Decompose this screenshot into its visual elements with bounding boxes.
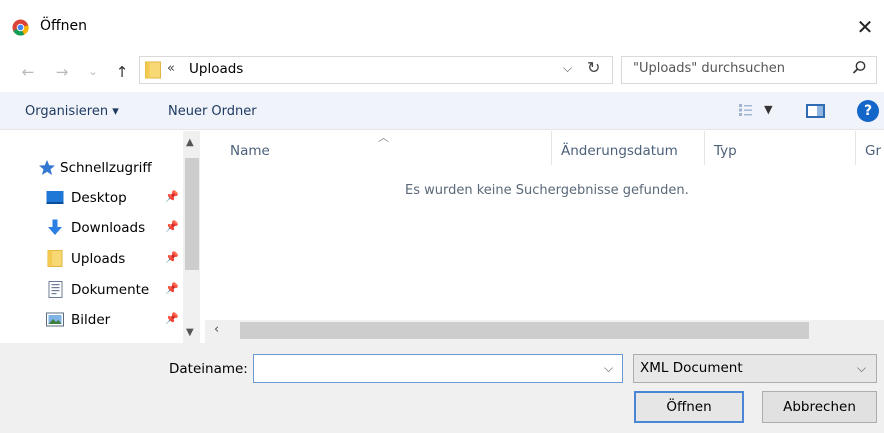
- desktop-icon: [46, 191, 64, 204]
- forward-icon[interactable]: →: [52, 61, 72, 83]
- window-title: Öffnen: [40, 18, 88, 34]
- refresh-icon[interactable]: ↻: [587, 58, 600, 77]
- sidebar-item-desktop[interactable]: Desktop 📌: [0, 186, 180, 210]
- sidebar-item-documents[interactable]: Dokumente 📌: [0, 278, 180, 302]
- title-bar: [0, 0, 884, 56]
- close-icon[interactable]: ✕: [852, 14, 878, 40]
- organize-button[interactable]: Organisieren ▾: [25, 104, 119, 119]
- sidebar-scroll-thumb[interactable]: [185, 158, 199, 270]
- sidebar-item-downloads[interactable]: Downloads 📌: [0, 216, 180, 240]
- folder-icon: [47, 250, 63, 267]
- sidebar-item-label: Uploads: [71, 251, 126, 267]
- sidebar-item-label: Bilder: [71, 312, 111, 328]
- file-list: [205, 131, 884, 343]
- sort-ascending-icon: ︿: [378, 131, 389, 144]
- pin-icon[interactable]: 📌: [165, 220, 179, 233]
- sidebar-item-label: Schnellzugriff: [60, 160, 152, 176]
- column-divider[interactable]: [855, 131, 856, 165]
- pin-icon[interactable]: 📌: [165, 312, 179, 325]
- open-button[interactable]: Öffnen: [634, 391, 744, 423]
- pin-icon[interactable]: 📌: [165, 282, 179, 295]
- search-icon[interactable]: [852, 60, 867, 75]
- sidebar-item-label: Dokumente: [71, 282, 150, 298]
- column-header-date[interactable]: Änderungsdatum: [561, 143, 678, 159]
- path-prefix[interactable]: «: [167, 61, 175, 76]
- column-header-type[interactable]: Typ: [714, 143, 737, 159]
- back-icon[interactable]: ←: [18, 61, 38, 83]
- pictures-icon: [46, 312, 64, 327]
- pin-icon[interactable]: 📌: [165, 251, 179, 264]
- filename-input[interactable]: [253, 354, 623, 383]
- sidebar-item-uploads[interactable]: Uploads 📌: [0, 247, 180, 271]
- document-icon: [48, 281, 63, 298]
- chrome-icon: [12, 19, 29, 36]
- preview-pane-icon[interactable]: [806, 104, 825, 118]
- address-dropdown-icon[interactable]: ⌵: [563, 61, 572, 76]
- column-header-size[interactable]: Gr: [865, 143, 884, 159]
- chevron-down-icon[interactable]: ⌵: [857, 361, 866, 376]
- view-options-icon[interactable]: ▼: [738, 102, 773, 117]
- pin-icon[interactable]: 📌: [165, 190, 179, 203]
- filename-label: Dateiname:: [169, 361, 248, 377]
- column-divider[interactable]: [704, 131, 705, 165]
- up-folder-icon[interactable]: ↑: [112, 61, 132, 83]
- scroll-down-icon[interactable]: ▼: [186, 327, 194, 338]
- scroll-left-icon[interactable]: ‹: [214, 322, 219, 337]
- sidebar-item-label: Downloads: [71, 220, 146, 236]
- sidebar-item-pictures[interactable]: Bilder 📌: [0, 308, 180, 332]
- column-header-name[interactable]: Name: [230, 143, 270, 159]
- folder-icon: [145, 61, 161, 79]
- cancel-button[interactable]: Abbrechen: [762, 391, 877, 423]
- address-current-folder[interactable]: Uploads: [189, 61, 243, 77]
- scroll-up-icon[interactable]: ▲: [186, 137, 194, 148]
- download-icon: [48, 219, 62, 235]
- column-divider[interactable]: [551, 131, 552, 165]
- filename-dropdown-icon[interactable]: ⌵: [604, 361, 613, 376]
- recent-locations-icon[interactable]: ⌄: [86, 61, 100, 83]
- horizontal-scroll-thumb[interactable]: [240, 322, 809, 339]
- sidebar-item-quick-access[interactable]: Schnellzugriff: [0, 156, 180, 180]
- filetype-selected[interactable]: XML Document: [640, 360, 743, 376]
- help-icon[interactable]: ?: [857, 100, 879, 122]
- sidebar-item-label: Desktop: [71, 190, 127, 206]
- star-icon: [39, 160, 55, 175]
- new-folder-button[interactable]: Neuer Ordner: [168, 104, 257, 119]
- search-input[interactable]: "Uploads" durchsuchen: [633, 61, 785, 76]
- empty-results-message: Es wurden keine Suchergebnisse gefunden.: [405, 183, 689, 198]
